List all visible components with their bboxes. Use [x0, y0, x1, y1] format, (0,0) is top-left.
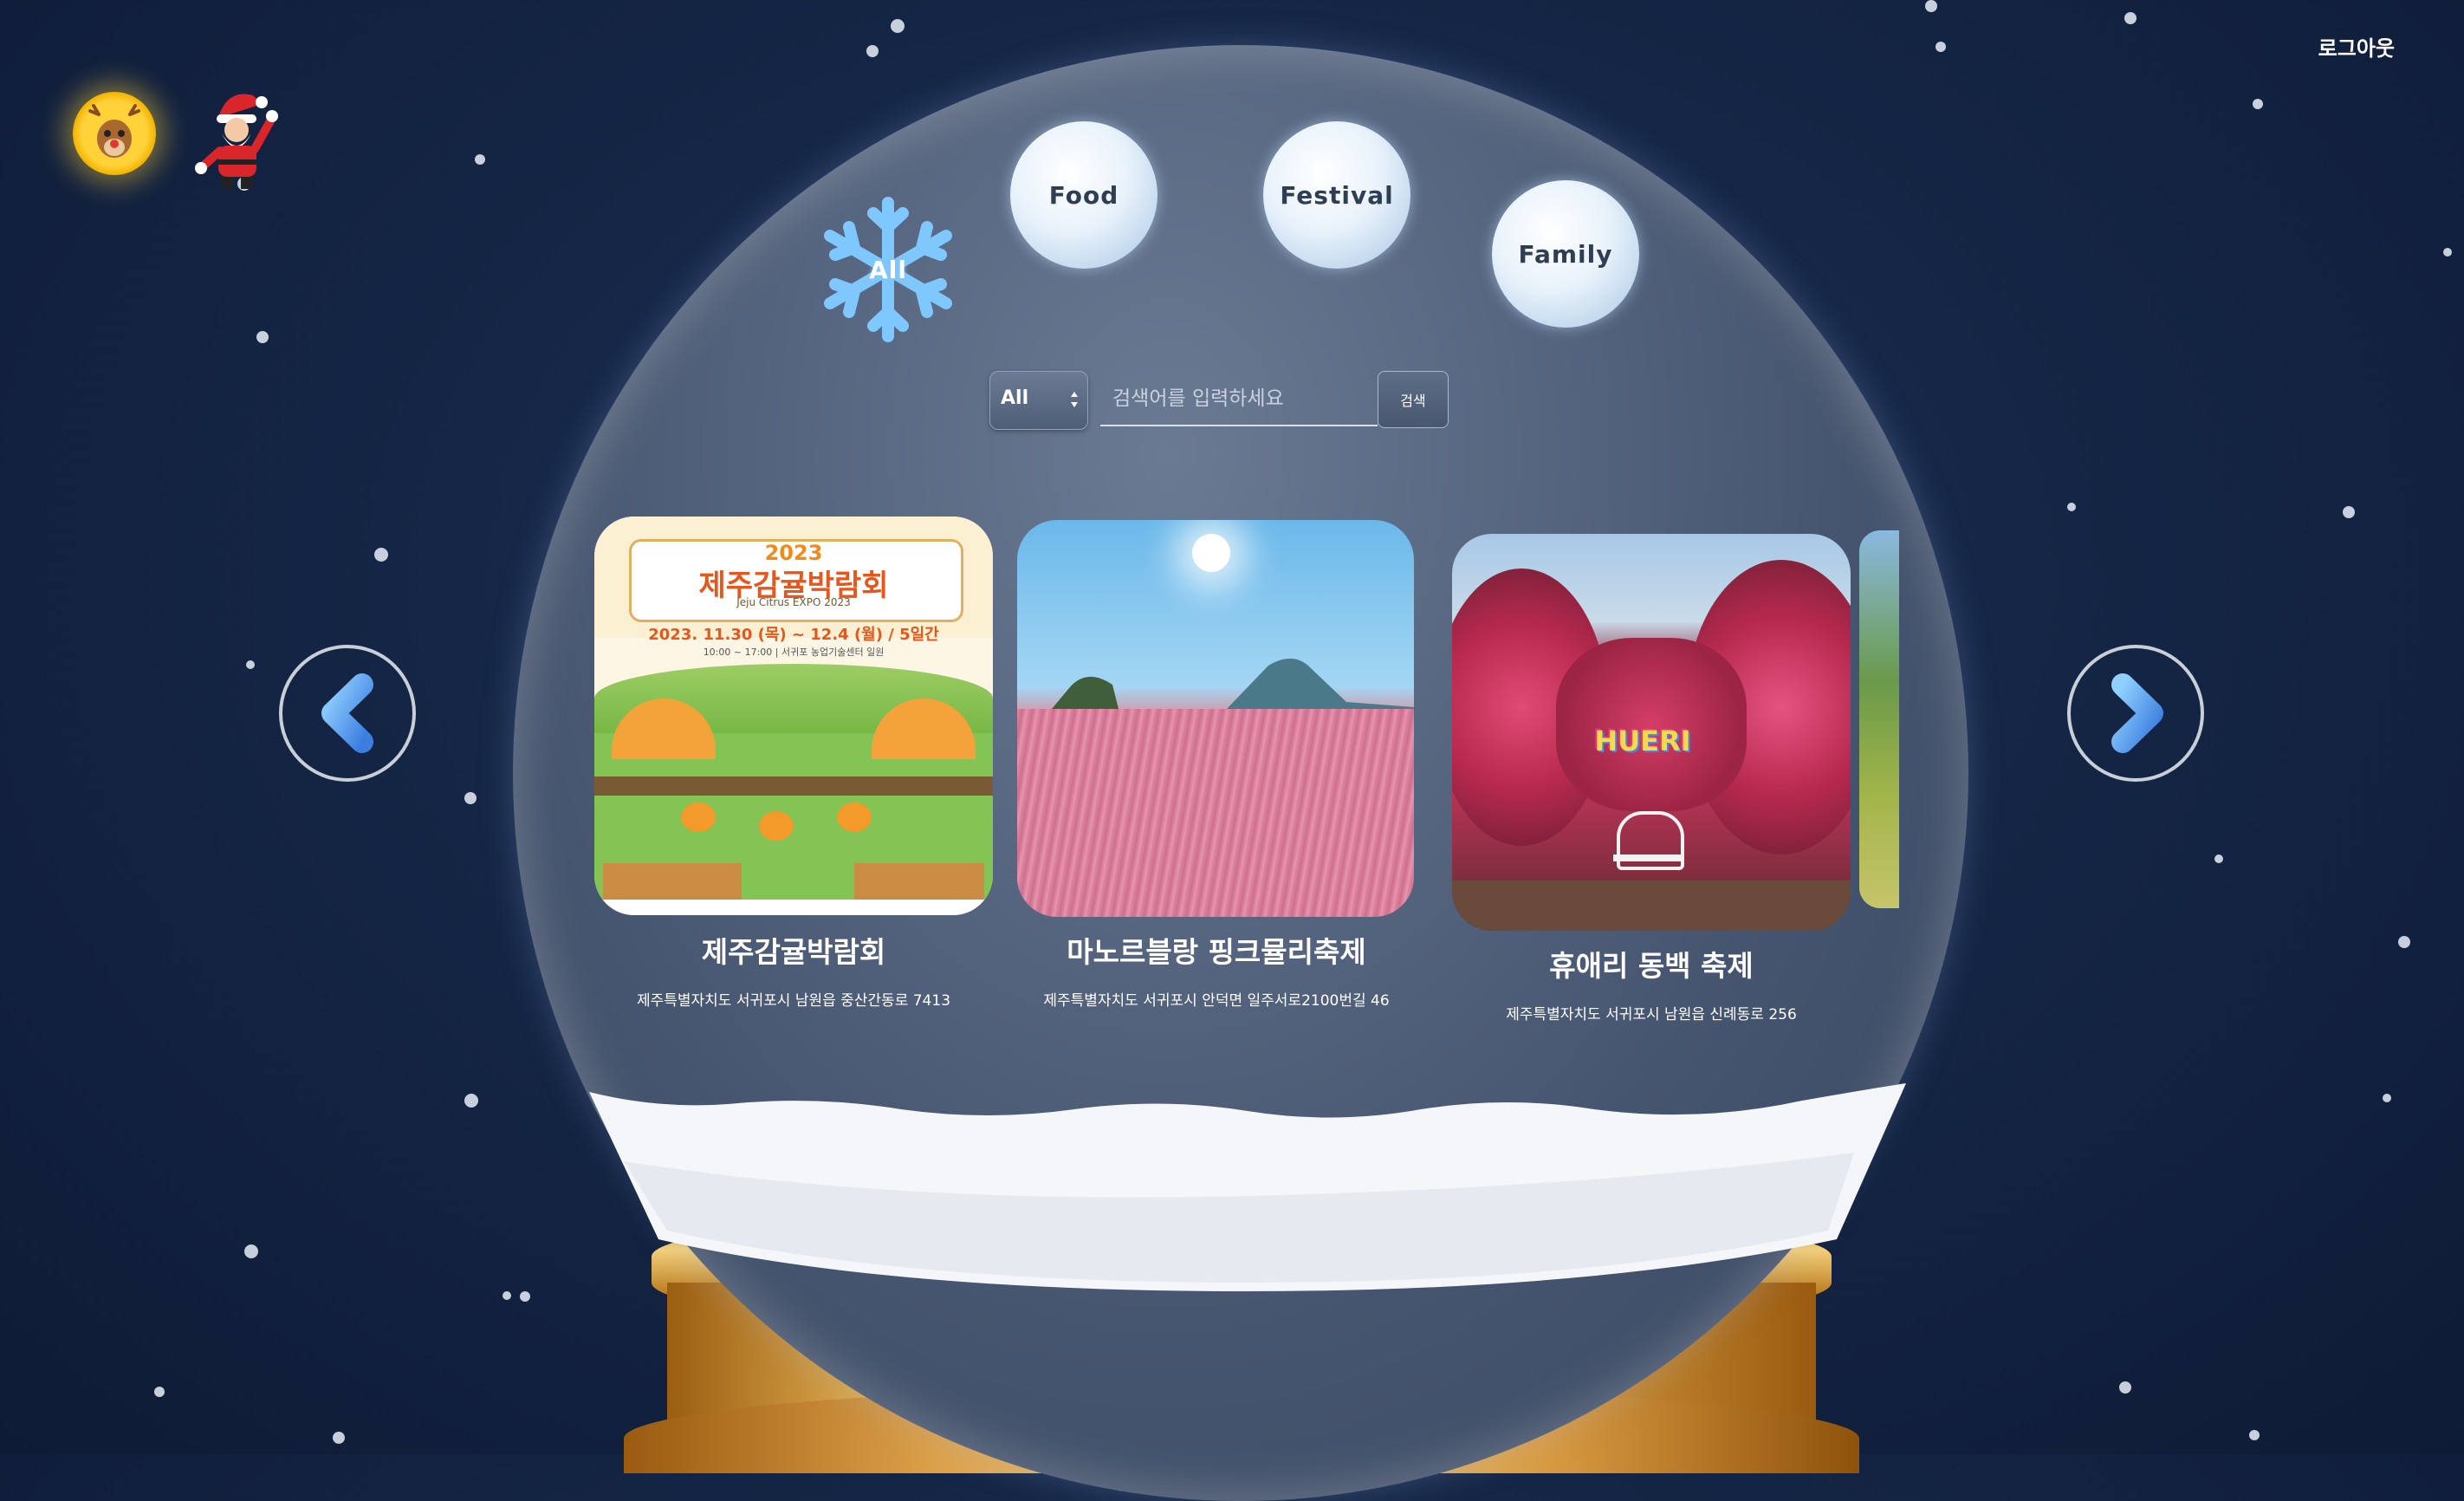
- globe-gloss: [1812, 236, 1968, 548]
- event-card-image-partial[interactable]: [1859, 530, 1899, 908]
- category-family-button[interactable]: Family: [1492, 180, 1639, 328]
- event-card-image[interactable]: 2023 제주감귤박람회 Jeju Citrus EXPO 2023 2023.…: [594, 517, 993, 915]
- category-festival-button[interactable]: Festival: [1263, 121, 1410, 269]
- category-all-label: All: [869, 255, 907, 284]
- select-arrows-icon: [1071, 392, 1078, 407]
- event-card-image[interactable]: HUERI: [1452, 534, 1851, 931]
- garden-sign-text: HUERI: [1594, 725, 1691, 757]
- category-festival-label: Festival: [1280, 180, 1394, 210]
- event-card-address: 제주특별자치도 서귀포시 안덕면 일주서로2100번길 46: [1043, 992, 1390, 1010]
- chevron-left-icon: [321, 673, 373, 753]
- carousel-next-button[interactable]: [2067, 645, 2204, 782]
- search-button[interactable]: 검색: [1378, 371, 1449, 428]
- logout-link[interactable]: 로그아웃: [2318, 31, 2395, 62]
- chevron-right-icon: [2111, 673, 2163, 753]
- category-select[interactable]: All: [989, 371, 1088, 430]
- snow-pile: [589, 1083, 1906, 1291]
- search-input[interactable]: [1100, 373, 1378, 426]
- reindeer-icon: [88, 104, 140, 158]
- carousel-prev-button[interactable]: [279, 645, 416, 782]
- category-food-button[interactable]: Food: [1010, 121, 1157, 269]
- category-all-button[interactable]: All: [820, 196, 956, 343]
- category-family-label: Family: [1518, 239, 1613, 269]
- event-card-title[interactable]: 제주감귤박람회: [577, 929, 1010, 971]
- poster-subtitle: Jeju Citrus EXPO 2023: [736, 596, 851, 608]
- category-food-label: Food: [1048, 180, 1119, 210]
- user-avatar[interactable]: [73, 92, 156, 175]
- poster-dates: 2023. 11.30 (목) ~ 12.4 (월) / 5일간: [648, 626, 939, 644]
- poster-time: 10:00 ~ 17:00 | 서귀포 농업기술센터 일원: [703, 647, 885, 658]
- event-card-title[interactable]: 마노르블랑 핑크뮬리축제: [991, 929, 1442, 971]
- event-card-title[interactable]: 휴애리 동백 축제: [1435, 943, 1868, 984]
- event-card-address: 제주특별자치도 서귀포시 남원읍 신례동로 256: [1506, 1006, 1797, 1023]
- event-card-image[interactable]: [1017, 520, 1414, 917]
- santa-mascot-icon: [195, 94, 278, 189]
- category-select-value: All: [1001, 387, 1029, 409]
